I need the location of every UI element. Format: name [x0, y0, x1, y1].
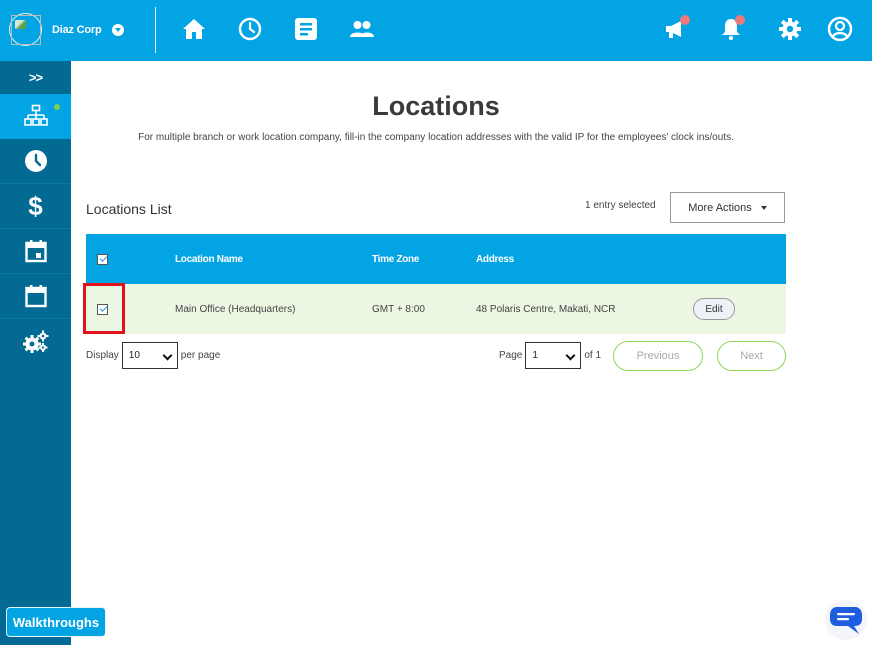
column-header-time-zone[interactable]: Time Zone	[372, 234, 419, 284]
table-row: Main Office (Headquarters) GMT + 8:00 48…	[83, 283, 786, 334]
chat-icon	[830, 607, 862, 634]
announcement-icon[interactable]	[663, 15, 690, 42]
column-header-location-name[interactable]: Location Name	[175, 234, 243, 284]
page-select[interactable]: 1	[525, 342, 582, 369]
column-header-address[interactable]: Address	[476, 234, 514, 284]
company-switcher[interactable]: Diaz Corp	[9, 13, 124, 46]
sidebar-item-settings[interactable]	[0, 319, 71, 364]
header-divider	[155, 7, 156, 53]
edit-button[interactable]: Edit	[693, 298, 735, 320]
document-icon[interactable]	[293, 16, 319, 42]
notification-badge	[735, 15, 745, 25]
user-icon[interactable]	[827, 16, 853, 42]
notification-badge	[680, 15, 690, 25]
time-zone: GMT + 8:00	[372, 303, 425, 315]
selected-count: 1 entry selected	[585, 200, 656, 211]
per-page-select[interactable]: 10	[121, 342, 178, 369]
calendar-icon	[24, 285, 47, 308]
caret-down-icon	[760, 205, 767, 210]
chat-button[interactable]	[825, 600, 867, 640]
select-all-checkbox[interactable]	[97, 253, 108, 265]
sidebar-item-payroll[interactable]: $	[0, 184, 71, 229]
chevron-down-icon[interactable]	[111, 23, 124, 36]
row-checkbox[interactable]	[97, 303, 108, 315]
page-value: 1	[532, 350, 538, 361]
people-icon[interactable]	[349, 16, 375, 42]
chevron-down-icon	[162, 350, 173, 361]
previous-button[interactable]: Previous	[613, 341, 703, 371]
clock-icon	[24, 150, 47, 172]
more-actions-label: More Actions	[688, 201, 752, 214]
walkthroughs-button[interactable]: Walkthroughs	[6, 607, 106, 637]
gears-icon	[22, 330, 48, 353]
display-label: Display	[86, 350, 119, 361]
sidebar-item-time[interactable]	[0, 139, 71, 184]
page-of-label: of 1	[584, 350, 602, 361]
location-name: Main Office (Headquarters)	[175, 303, 296, 315]
list-title: Locations List	[86, 201, 172, 217]
sidebar: >> $	[0, 61, 71, 645]
sidebar-toggle[interactable]: >>	[0, 61, 71, 94]
per-page-control: Display 10 per page	[86, 342, 220, 369]
dollar-icon: $	[28, 190, 43, 221]
page-label: Page	[499, 350, 523, 361]
page-control: Page 1 of 1	[499, 342, 601, 369]
bell-icon[interactable]	[718, 15, 745, 42]
company-name: Diaz Corp	[52, 23, 102, 36]
broken-image-icon	[11, 15, 41, 45]
page-title: Locations	[372, 91, 500, 121]
gear-icon[interactable]	[777, 16, 803, 42]
locations-table: Location Name Time Zone Address Main Off…	[83, 234, 786, 334]
sidebar-item-locations[interactable]	[0, 94, 71, 139]
company-logo	[9, 13, 42, 46]
status-dot	[54, 104, 60, 110]
chevron-down-icon	[565, 350, 576, 361]
home-icon[interactable]	[181, 16, 207, 42]
address: 48 Polaris Centre, Makati, NCR	[476, 303, 616, 315]
table-header: Location Name Time Zone Address	[86, 234, 786, 284]
org-chart-icon	[23, 104, 48, 126]
page-description: For multiple branch or work location com…	[138, 132, 734, 143]
sidebar-item-calendar[interactable]	[0, 274, 71, 319]
sidebar-item-schedule[interactable]	[0, 229, 71, 274]
calendar-day-icon	[24, 240, 47, 263]
more-actions-button[interactable]: More Actions	[670, 192, 785, 223]
main-content: Locations For multiple branch or work lo…	[71, 61, 872, 645]
per-page-value: 10	[128, 350, 140, 361]
clock-icon[interactable]	[237, 16, 263, 42]
per-page-label: per page	[180, 350, 221, 361]
top-bar: Diaz Corp	[0, 0, 872, 61]
next-button[interactable]: Next	[717, 341, 786, 371]
